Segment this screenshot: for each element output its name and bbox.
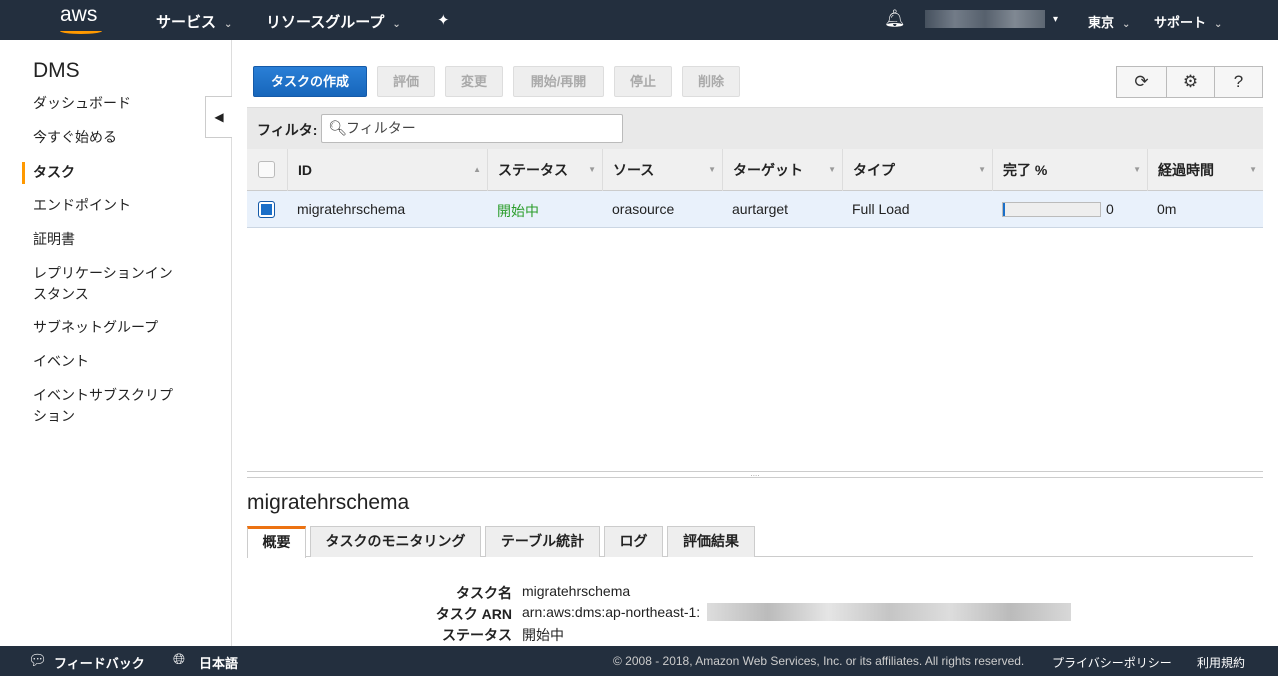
sidebar-title: DMS	[33, 59, 80, 82]
column-source[interactable]: ソース ▼	[602, 149, 722, 191]
aws-logo[interactable]: aws	[60, 4, 104, 36]
sort-icon: ▼	[828, 165, 836, 174]
create-task-button[interactable]: タスクの作成	[253, 66, 367, 97]
sidebar-item-replication-instances[interactable]: レプリケーションインスタンス	[33, 263, 183, 305]
footer: 💬︎ フィードバック 🌐︎ 日本語 © 2008 - 2018, Amazon …	[0, 646, 1278, 676]
chevron-down-icon: ⌄	[392, 19, 401, 30]
sidebar-item-events[interactable]: イベント	[33, 351, 193, 372]
task-type: Full Load	[852, 201, 910, 217]
task-status: 開始中	[497, 203, 539, 219]
terms-link[interactable]: 利用規約	[1197, 654, 1245, 671]
account-menu[interactable]	[925, 10, 1045, 28]
filter-input[interactable]: 🔍︎ フィルター	[321, 114, 623, 143]
detail-title: migratehrschema	[247, 491, 410, 514]
refresh-icon[interactable]: ⟳	[1116, 66, 1167, 98]
tab-logs[interactable]: ログ	[604, 526, 663, 557]
column-id[interactable]: ID ▲	[287, 149, 487, 191]
sidebar-item-endpoints[interactable]: エンドポイント	[33, 195, 193, 216]
delete-button[interactable]: 削除	[682, 66, 740, 97]
services-menu[interactable]: サービス ⌄	[156, 11, 232, 32]
pin-icon[interactable]: ✦	[437, 11, 450, 29]
sort-icon: ▼	[1133, 165, 1141, 174]
tab-monitoring[interactable]: タスクのモニタリング	[310, 526, 481, 557]
sort-icon: ▼	[1249, 165, 1257, 174]
chevron-down-icon: ⌄	[1122, 19, 1131, 30]
detail-tabs: 概要 タスクのモニタリング テーブル統計 ログ 評価結果	[247, 526, 1253, 558]
field-task-arn-value: arn:aws:dms:ap-northeast-1:	[522, 604, 701, 620]
field-task-name-value: migratehrschema	[522, 583, 631, 599]
resource-groups-menu[interactable]: リソースグループ ⌄	[266, 11, 401, 32]
column-target[interactable]: ターゲット ▼	[722, 149, 842, 191]
chevron-down-icon: ⌄	[224, 19, 233, 30]
active-indicator	[22, 162, 25, 184]
copyright: © 2008 - 2018, Amazon Web Services, Inc.…	[613, 654, 1025, 668]
assess-button[interactable]: 評価	[377, 66, 435, 97]
bell-icon[interactable]: 🔔︎	[884, 9, 906, 29]
chevron-down-icon: ▾	[1053, 14, 1059, 25]
tab-assessment[interactable]: 評価結果	[667, 526, 755, 557]
filter-label: フィルタ:	[257, 122, 318, 138]
column-type[interactable]: タイプ ▼	[842, 149, 992, 191]
filter-bar: フィルタ: 🔍︎ フィルター	[247, 107, 1263, 149]
sort-asc-icon: ▲	[473, 165, 481, 174]
feedback-icon: 💬︎	[28, 652, 48, 669]
column-status[interactable]: ステータス ▼	[487, 149, 602, 191]
field-status-value: 開始中	[522, 627, 564, 643]
select-all-checkbox[interactable]	[258, 161, 275, 178]
support-menu[interactable]: サポート ⌄	[1154, 12, 1222, 31]
row-checkbox[interactable]	[258, 201, 275, 218]
sidebar-item-subnet-groups[interactable]: サブネットグループ	[33, 317, 193, 338]
table-header: ID ▲ ステータス ▼ ソース ▼ ターゲット ▼ タイプ ▼ 完了 % ▼ 経過時間 ▼	[247, 149, 1263, 191]
table-row[interactable]: migratehrschema 開始中 orasource aurtarget …	[247, 191, 1263, 228]
search-icon: 🔍︎	[328, 120, 348, 137]
task-target: aurtarget	[732, 201, 789, 217]
region-menu[interactable]: 東京 ⌄	[1088, 12, 1130, 31]
task-id: migratehrschema	[297, 201, 406, 217]
sidebar: DMS ダッシュボード 今すぐ始める タスク エンドポイント 証明書 レプリケー…	[0, 40, 232, 646]
stop-button[interactable]: 停止	[614, 66, 672, 97]
progress-bar	[1002, 202, 1101, 217]
tab-table-stats[interactable]: テーブル統計	[485, 526, 600, 557]
privacy-link[interactable]: プライバシーポリシー	[1052, 654, 1172, 671]
sort-icon: ▼	[978, 165, 986, 174]
start-resume-button[interactable]: 開始/再開	[513, 66, 604, 97]
top-nav: aws サービス ⌄ リソースグループ ⌄ ✦ 🔔︎ ▾ 東京 ⌄ サポート ⌄	[0, 0, 1278, 40]
redacted-arn	[707, 603, 1071, 621]
modify-button[interactable]: 変更	[445, 66, 503, 97]
sidebar-item-event-subscriptions[interactable]: イベントサブスクリプション	[33, 385, 183, 427]
help-icon[interactable]: ?	[1214, 66, 1263, 98]
task-elapsed: 0m	[1157, 201, 1177, 217]
globe-icon: 🌐︎	[173, 651, 186, 668]
progress-fill	[1003, 203, 1005, 216]
tab-overview[interactable]: 概要	[247, 526, 306, 558]
sort-icon: ▼	[708, 165, 716, 174]
column-progress[interactable]: 完了 % ▼	[992, 149, 1147, 191]
progress-value: 0	[1106, 201, 1114, 217]
sidebar-item-getting-started[interactable]: 今すぐ始める	[33, 127, 193, 148]
sidebar-item-dashboard[interactable]: ダッシュボード	[33, 93, 193, 114]
task-source: orasource	[612, 201, 675, 217]
resize-handle[interactable]: ....	[247, 470, 1263, 478]
feedback-link[interactable]: フィードバック	[54, 653, 145, 672]
sidebar-item-tasks[interactable]: タスク	[33, 162, 193, 183]
column-elapsed[interactable]: 経過時間 ▼	[1147, 149, 1263, 191]
sidebar-item-certificates[interactable]: 証明書	[33, 229, 193, 250]
sort-icon: ▼	[588, 165, 596, 174]
collapse-sidebar-button[interactable]: ◀	[205, 96, 232, 138]
gear-icon[interactable]: ⚙	[1166, 66, 1215, 98]
chevron-down-icon: ⌄	[1214, 19, 1223, 30]
language-selector[interactable]: 日本語	[199, 653, 238, 672]
